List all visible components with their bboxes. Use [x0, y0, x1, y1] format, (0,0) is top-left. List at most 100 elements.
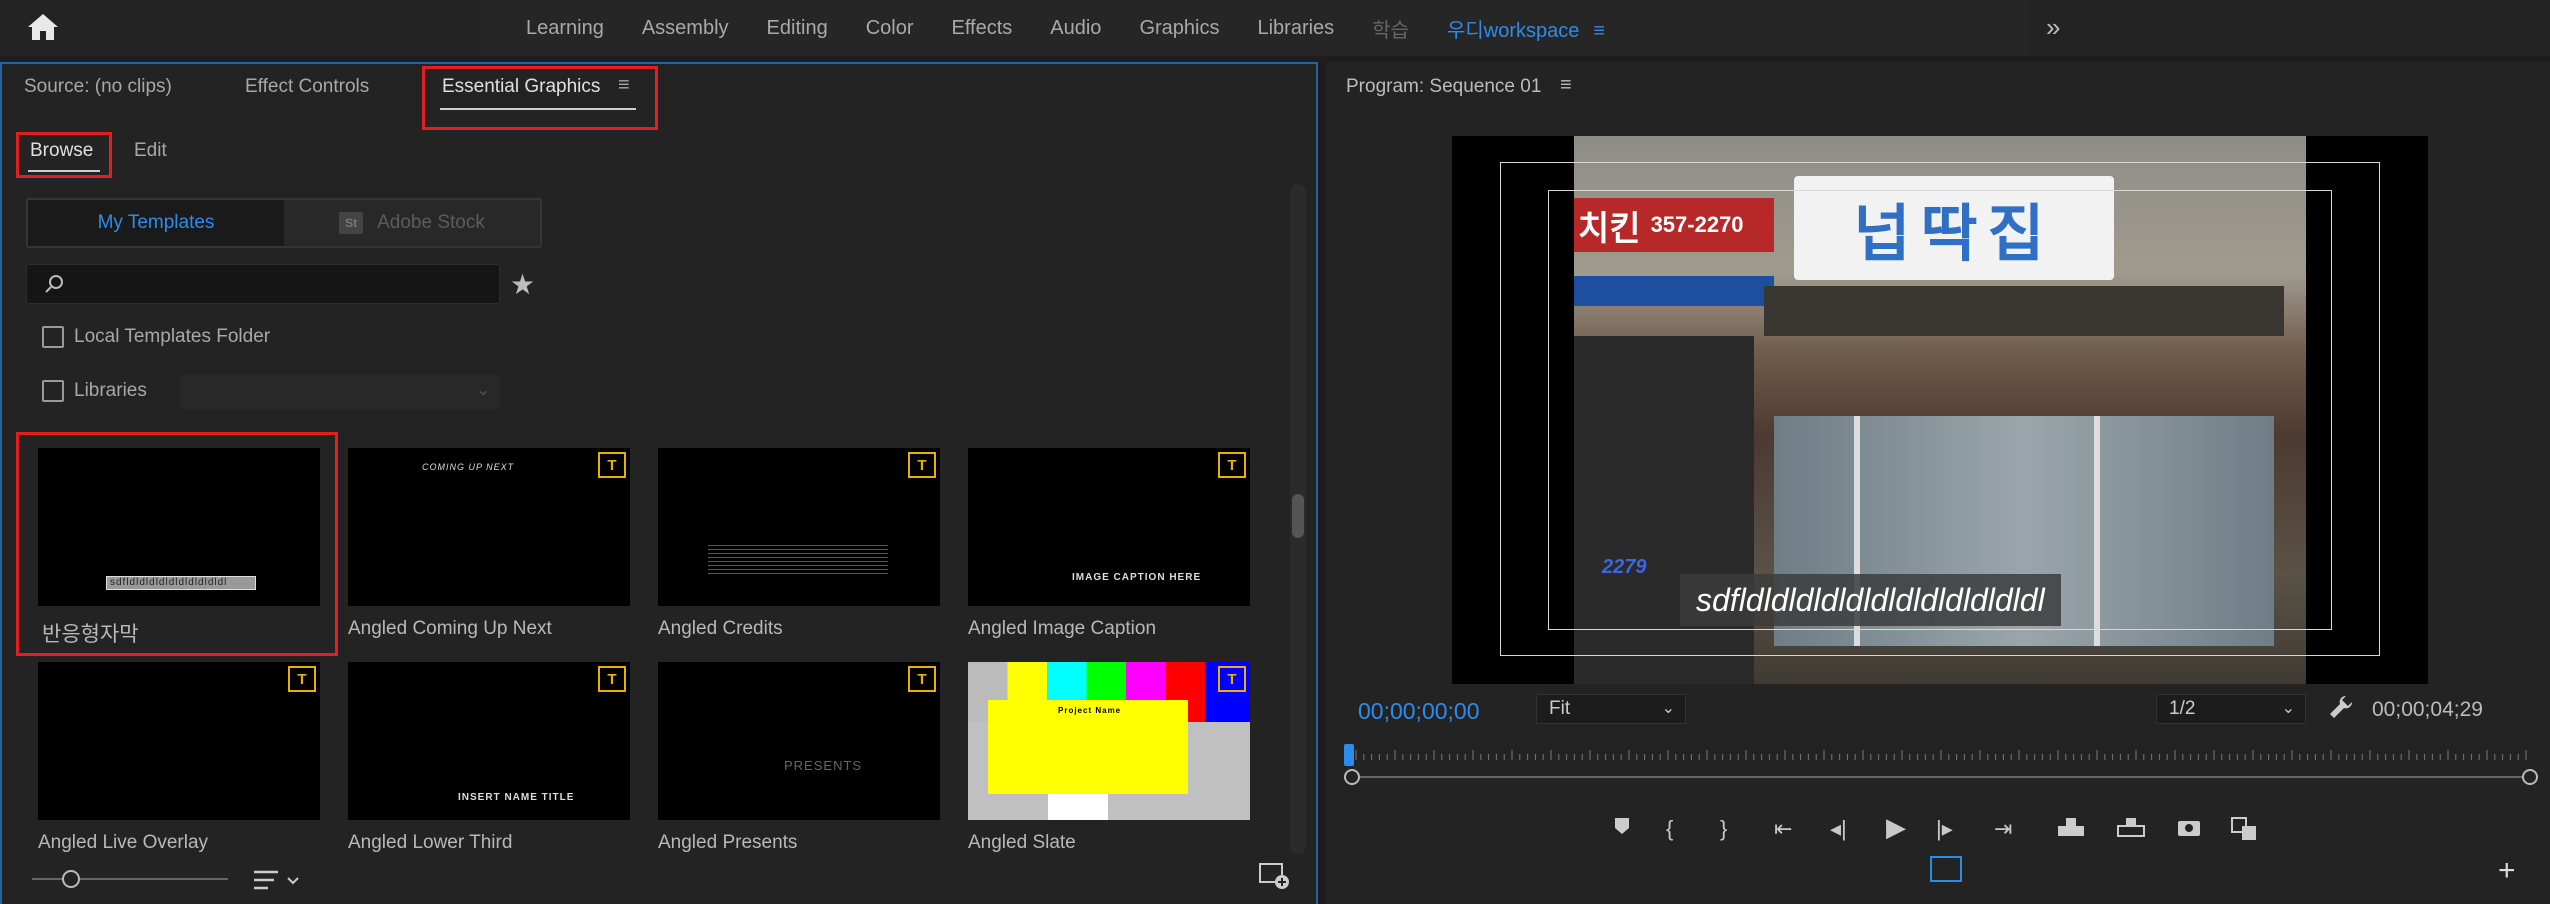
playback-resolution-dropdown[interactable]: 1/2 ⌄ [2156, 694, 2306, 724]
slider-knob[interactable] [62, 870, 80, 888]
chevron-down-icon: ⌄ [476, 382, 490, 399]
workspace-prefix: 우디 [1446, 19, 1484, 42]
playhead-handle[interactable] [1344, 744, 1354, 766]
home-icon[interactable] [26, 12, 60, 42]
program-menu-icon[interactable]: ≡ [1560, 74, 1572, 97]
template-name: Angled Credits [658, 618, 783, 639]
mark-in-icon[interactable]: { [1666, 816, 1673, 842]
thumb-text: IMAGE CAPTION HERE [1072, 572, 1202, 583]
template-thumbnail: Project Name T [968, 662, 1250, 820]
tab-libraries[interactable]: Libraries [1239, 17, 1352, 40]
workspace-tabs: Learning Assembly Editing Color Effects … [480, 0, 2028, 56]
program-monitor-view[interactable]: 치킨 357-2270 넙딱집 2279 sdfldldldldldldldldl… [1452, 136, 2428, 684]
export-frame-icon[interactable] [2176, 816, 2202, 838]
tab-color[interactable]: Color [848, 17, 932, 40]
my-templates-button[interactable]: My Templates [28, 200, 284, 246]
tab-learning[interactable]: Learning [508, 17, 622, 40]
tab-effect-controls[interactable]: Effect Controls [245, 76, 369, 98]
zoom-level-value: Fit [1549, 698, 1571, 719]
panel-tab-bar: Source: (no clips) Effect Controls Essen… [2, 64, 1316, 130]
template-thumbnail: COMING UP NEXT T [348, 448, 630, 606]
comparison-view-icon[interactable] [2230, 816, 2260, 842]
panel-scrollbar[interactable] [1290, 184, 1306, 854]
template-name: Angled Presents [658, 832, 798, 853]
tab-source[interactable]: Source: (no clips) [24, 76, 172, 98]
template-thumbnail: PRESENTS T [658, 662, 940, 820]
go-to-in-icon[interactable]: ⇤ [1774, 816, 1792, 842]
text-template-badge-icon: T [1218, 452, 1246, 478]
template-name: Angled Lower Third [348, 832, 513, 853]
libraries-checkbox[interactable] [42, 380, 64, 402]
multi-camera-view-icon[interactable] [1930, 856, 1962, 882]
tab-editing[interactable]: Editing [749, 17, 846, 40]
slate-white-block [1048, 794, 1108, 820]
highlight-box-essential-graphics [422, 66, 658, 130]
title-safe-guide [1548, 190, 2332, 630]
resolution-value: 1/2 [2169, 698, 2196, 719]
thumb-text: COMING UP NEXT [422, 462, 515, 472]
template-name: Angled Live Overlay [38, 832, 209, 853]
tab-learning-ko[interactable]: 학습 [1354, 14, 1427, 43]
libraries-dropdown[interactable]: ⌄ [180, 374, 500, 410]
libraries-label: Libraries [74, 380, 147, 401]
workspace-name: workspace [1483, 19, 1580, 42]
local-templates-label: Local Templates Folder [74, 326, 271, 347]
step-back-icon[interactable]: ◂| [1830, 816, 1847, 842]
adobe-stock-icon: St [339, 212, 364, 234]
zoom-level-dropdown[interactable]: Fit ⌄ [1536, 694, 1686, 724]
tab-audio[interactable]: Audio [1032, 17, 1119, 40]
extract-icon[interactable] [2116, 816, 2146, 838]
text-template-badge-icon: T [1218, 666, 1246, 692]
go-to-out-icon[interactable]: ⇥ [1994, 816, 2012, 842]
zoom-scroll-end-handle[interactable] [2522, 769, 2538, 785]
tab-graphics[interactable]: Graphics [1121, 17, 1237, 40]
credits-graphic [708, 544, 888, 574]
workspace-bar: Learning Assembly Editing Color Effects … [0, 0, 2550, 56]
mark-out-icon[interactable]: } [1720, 816, 1727, 842]
workspace-menu-icon[interactable]: ≡ [1593, 20, 1605, 42]
sort-options-icon[interactable] [252, 868, 304, 892]
template-thumbnail: IMAGE CAPTION HERE T [968, 448, 1250, 606]
template-search-input[interactable] [26, 264, 500, 304]
tab-custom-workspace[interactable]: 우디workspace ≡ [1429, 14, 1623, 43]
subtab-edit[interactable]: Edit [134, 140, 167, 162]
new-item-icon[interactable] [1258, 860, 1290, 892]
chevron-down-icon: ⌄ [2281, 700, 2295, 717]
local-templates-checkbox[interactable] [42, 326, 64, 348]
text-template-badge-icon: T [288, 666, 316, 692]
play-icon[interactable]: ▶ [1886, 812, 1906, 843]
text-template-badge-icon: T [908, 666, 936, 692]
text-template-badge-icon: T [908, 452, 936, 478]
template-name: Angled Slate [968, 832, 1076, 853]
favorites-star-icon[interactable]: ★ [510, 268, 535, 301]
adobe-stock-label: Adobe Stock [377, 212, 485, 233]
tab-assembly[interactable]: Assembly [624, 17, 747, 40]
highlight-box-template [16, 432, 338, 656]
search-icon [45, 275, 63, 293]
adobe-stock-button[interactable]: St Adobe Stock [284, 200, 540, 246]
zoom-scroll-start-handle[interactable] [1344, 769, 1360, 785]
template-thumbnail: INSERT NAME TITLE T [348, 662, 630, 820]
template-name: Angled Coming Up Next [348, 618, 552, 639]
scrollbar-thumb[interactable] [1292, 494, 1304, 538]
template-thumbnail: T [38, 662, 320, 820]
highlight-box-browse [16, 132, 112, 178]
program-monitor-title[interactable]: Program: Sequence 01 [1346, 76, 1541, 98]
wrench-settings-icon[interactable] [2328, 694, 2354, 720]
thumb-text: PRESENTS [784, 758, 863, 773]
add-marker-icon[interactable] [1612, 816, 1632, 836]
caption-text-overlay[interactable]: sdfldldldldldldldldldldldldl [1680, 574, 2061, 626]
zoom-scroll-bar[interactable] [1352, 776, 2528, 778]
panel-footer [2, 854, 1316, 904]
lift-icon[interactable] [2056, 816, 2086, 838]
more-workspaces-icon[interactable]: » [2046, 12, 2060, 43]
button-editor-plus-icon[interactable]: + [2498, 854, 2516, 888]
text-template-badge-icon: T [598, 452, 626, 478]
chevron-down-icon: ⌄ [1661, 700, 1675, 717]
thumb-text: Project Name [1058, 706, 1122, 715]
transport-controls: { } ⇤ ◂| ▶ |▸ ⇥ [1326, 802, 2550, 862]
step-forward-icon[interactable]: |▸ [1936, 816, 1953, 842]
program-monitor-panel: Program: Sequence 01 ≡ 치킨 357-2270 넙딱집 22… [1326, 62, 2550, 904]
tab-effects[interactable]: Effects [934, 17, 1031, 40]
playhead-timecode[interactable]: 00;00;00;00 [1358, 698, 1480, 725]
